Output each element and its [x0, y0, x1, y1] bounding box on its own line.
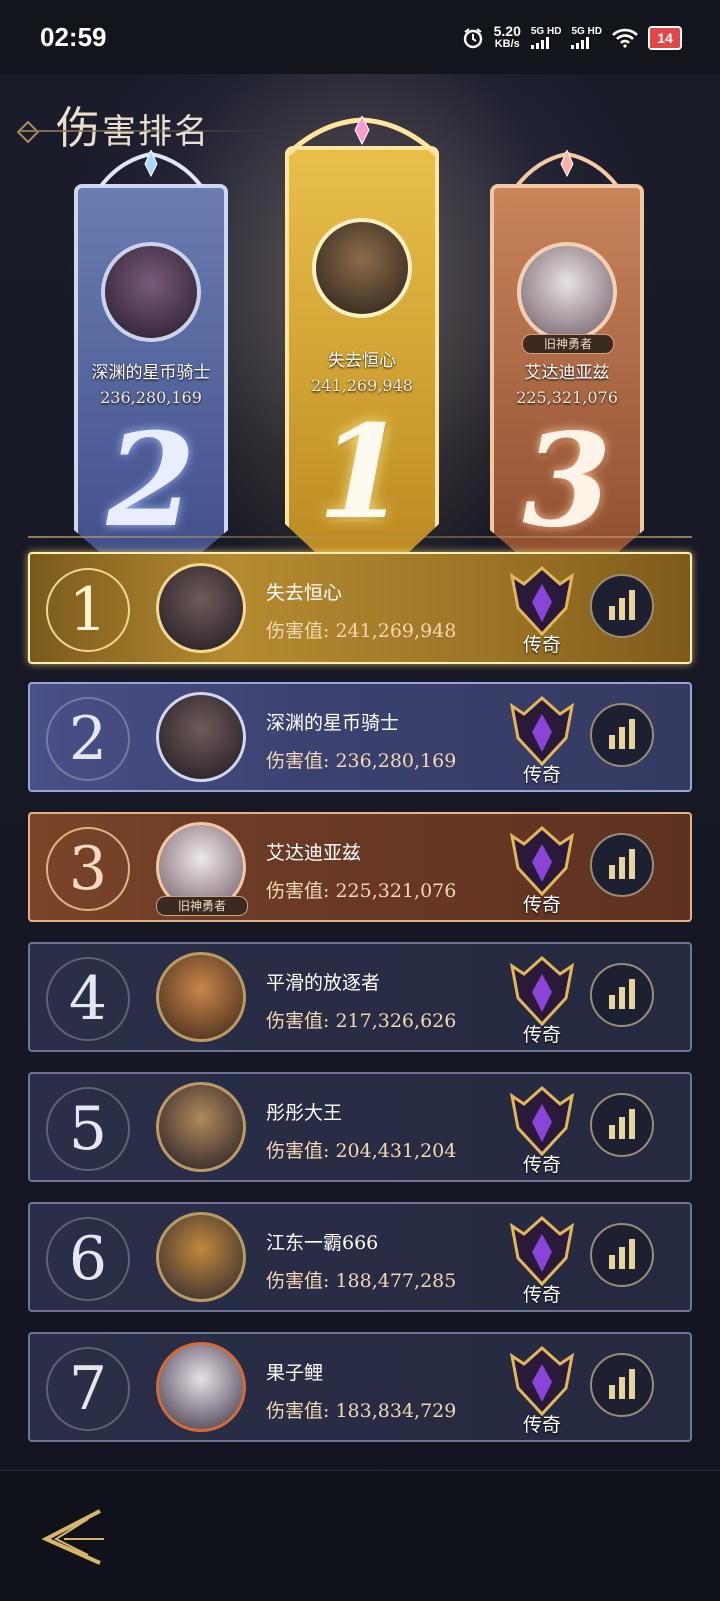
- ranking-row[interactable]: 3 旧神勇者 艾达迪亚兹 伤害值: 225,321,076 传奇: [28, 812, 692, 922]
- crown-ornament: [99, 150, 203, 188]
- avatar: [517, 242, 617, 342]
- damage-text: 伤害值: 188,477,285: [266, 1270, 457, 1292]
- signal-icon: 5G HD: [530, 27, 561, 49]
- avatar: [156, 1082, 246, 1172]
- rank-number: 1: [317, 398, 407, 548]
- damage-text: 伤害值: 183,834,729: [266, 1400, 457, 1422]
- rank-number: 1: [46, 568, 130, 652]
- rank-number: 6: [46, 1217, 130, 1301]
- stats-button[interactable]: [590, 1223, 654, 1287]
- stats-button[interactable]: [590, 833, 654, 897]
- damage-value: 241,269,948: [335, 620, 457, 642]
- tier-label: 传奇: [522, 894, 561, 916]
- player-name: 平滑的放逐者: [266, 972, 381, 994]
- rank-number: 3: [46, 827, 130, 911]
- avatar: [156, 952, 246, 1042]
- damage-text: 伤害值: 236,280,169: [266, 750, 457, 772]
- damage-value: 236,280,169: [100, 388, 202, 407]
- stats-button[interactable]: [590, 963, 654, 1027]
- player-name: 江东一霸666: [266, 1232, 379, 1254]
- player-name: 果子鲤: [266, 1362, 324, 1384]
- rank-number: 4: [46, 957, 130, 1041]
- network-speed: 5.20 KB/s: [493, 23, 521, 50]
- ranking-screen: 伤害排名 深渊的星币骑士 236,280,169 2 失去恒心 241,269,…: [0, 74, 720, 1601]
- status-icons: 5.20 KB/s 5G HD 5G HD 14: [462, 22, 682, 54]
- page-title: 伤害排名: [56, 103, 210, 154]
- avatar: [312, 218, 412, 318]
- status-bar: 02:59 5.20 KB/s 5G HD 5G HD 14: [0, 0, 720, 74]
- bottom-bar: [0, 1470, 720, 1601]
- player-name: 艾达迪亚兹: [524, 363, 610, 383]
- tier-label: 传奇: [522, 1154, 561, 1176]
- damage-value: 183,834,729: [335, 1400, 457, 1422]
- divider: [28, 536, 692, 538]
- damage-value: 204,431,204: [335, 1140, 457, 1162]
- damage-value: 236,280,169: [335, 750, 457, 772]
- player-name: 失去恒心: [266, 582, 343, 604]
- title-ornament: [16, 120, 40, 144]
- wifi-icon: [612, 28, 638, 48]
- damage-text: 伤害值: 225,321,076: [266, 880, 457, 902]
- stats-button[interactable]: [590, 703, 654, 767]
- status-time: 02:59: [40, 22, 107, 52]
- title-tag: 旧神勇者: [522, 334, 614, 354]
- ranking-row[interactable]: 7 果子鲤 伤害值: 183,834,729 传奇: [28, 1332, 692, 1442]
- rank-number: 2: [46, 697, 130, 781]
- tier-label: 传奇: [522, 1024, 561, 1046]
- player-name: 彤彤大王: [266, 1102, 343, 1124]
- back-arrow-icon[interactable]: [34, 1505, 106, 1569]
- damage-text: 伤害值: 217,326,626: [266, 1010, 457, 1032]
- damage-value: 225,321,076: [335, 880, 457, 902]
- tier-label: 传奇: [522, 764, 561, 786]
- ranking-row[interactable]: 2 深渊的星币骑士 伤害值: 236,280,169 传奇: [28, 682, 692, 792]
- avatar: [156, 692, 246, 782]
- damage-value: 225,321,076: [516, 388, 618, 407]
- ranking-row[interactable]: 6 江东一霸666 伤害值: 188,477,285 传奇: [28, 1202, 692, 1312]
- player-name: 深渊的星币骑士: [91, 363, 211, 383]
- stats-button[interactable]: [590, 1353, 654, 1417]
- rank-number: 5: [46, 1087, 130, 1171]
- battery-icon: 14: [648, 26, 682, 50]
- damage-text: 伤害值: 204,431,204: [266, 1140, 457, 1162]
- tier-label: 传奇: [522, 634, 561, 656]
- stats-button[interactable]: [590, 1093, 654, 1157]
- podium-third[interactable]: 旧神勇者 艾达迪亚兹 225,321,076 3: [490, 150, 644, 596]
- avatar: [156, 1212, 246, 1302]
- rank-number: 7: [46, 1347, 130, 1431]
- damage-text: 伤害值: 241,269,948: [266, 620, 457, 642]
- ranking-row[interactable]: 5 彤彤大王 伤害值: 204,431,204 传奇: [28, 1072, 692, 1182]
- avatar: [156, 563, 246, 653]
- rank-number: 3: [522, 406, 612, 556]
- title-underline: [20, 130, 270, 132]
- ranking-row[interactable]: 4 平滑的放逐者 伤害值: 217,326,626 传奇: [28, 942, 692, 1052]
- rank-number: 2: [106, 406, 196, 556]
- podium-first[interactable]: 失去恒心 241,269,948 1: [285, 116, 439, 596]
- tier-label: 传奇: [522, 1284, 561, 1306]
- damage-value: 217,326,626: [335, 1010, 457, 1032]
- stats-button[interactable]: [590, 574, 654, 638]
- avatar: [101, 242, 201, 342]
- crown-ornament: [515, 150, 619, 188]
- damage-value: 188,477,285: [335, 1270, 457, 1292]
- player-name: 失去恒心: [328, 351, 396, 371]
- alarm-icon: [463, 28, 482, 49]
- player-name: 深渊的星币骑士: [266, 712, 400, 734]
- avatar: [156, 1342, 246, 1432]
- crown-ornament: [286, 116, 438, 156]
- ranking-row[interactable]: 1 失去恒心 伤害值: 241,269,948 传奇: [28, 552, 692, 664]
- signal-icon-2: 5G HD: [571, 27, 602, 49]
- damage-value: 241,269,948: [311, 376, 413, 395]
- podium-second[interactable]: 深渊的星币骑士 236,280,169 2: [74, 150, 228, 596]
- tier-label: 传奇: [522, 1414, 561, 1436]
- player-name: 艾达迪亚兹: [266, 842, 362, 864]
- title-tag: 旧神勇者: [156, 896, 248, 916]
